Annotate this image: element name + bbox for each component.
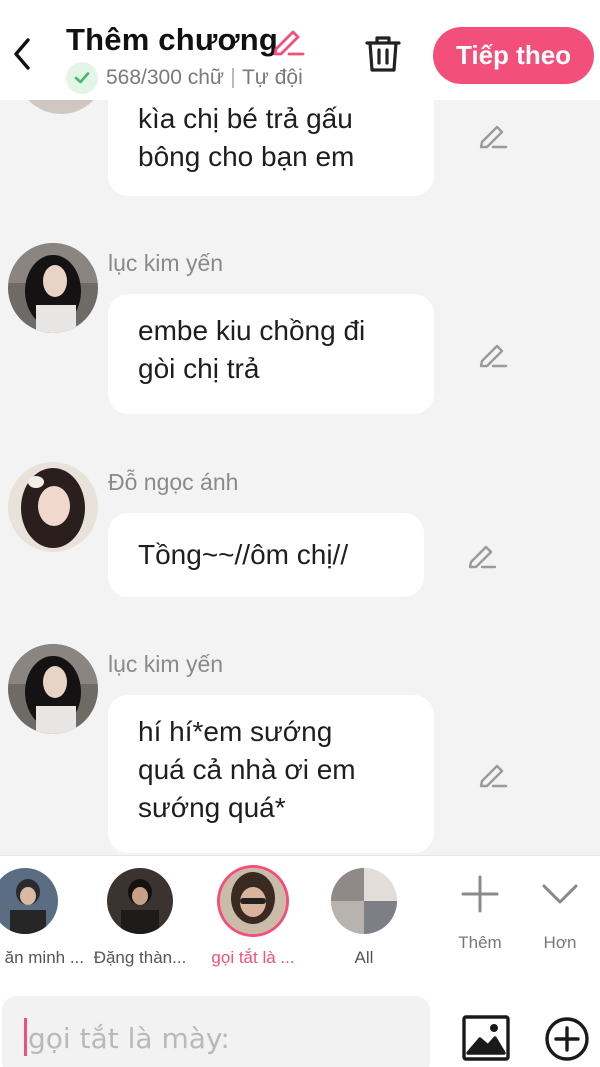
next-button[interactable]: Tiếp theo bbox=[433, 27, 594, 84]
message-bubble[interactable]: embe kiu chồng đi gòi chị trả bbox=[108, 294, 434, 414]
message-line: quá cả nhà ơi em bbox=[138, 754, 356, 785]
edit-icon[interactable] bbox=[476, 757, 510, 791]
sender-name: lục kim yến bbox=[108, 651, 224, 677]
add-label: Thêm bbox=[458, 933, 502, 952]
check-icon bbox=[66, 62, 98, 94]
back-arrow-icon bbox=[14, 38, 30, 70]
message-line: kìa chị bé trả gấu bbox=[138, 103, 353, 134]
message-line: sướng quá* bbox=[138, 792, 286, 823]
word-count: 568/300 chữ bbox=[106, 66, 224, 89]
message-line: bông cho bạn em bbox=[138, 141, 355, 172]
more-button[interactable]: Hơn bbox=[525, 874, 595, 953]
divider bbox=[231, 68, 234, 88]
character-bar: ăn minh ... Đặng thàn... gọi tắt là ... … bbox=[0, 855, 600, 983]
rename-button[interactable] bbox=[270, 23, 306, 59]
top-header: Thêm chương 568/300 chữ Tự đội Tiếp theo bbox=[0, 0, 600, 100]
pencil-icon bbox=[273, 30, 305, 56]
delete-button[interactable] bbox=[362, 33, 404, 75]
edit-icon[interactable] bbox=[476, 337, 510, 371]
message-line: hí hí*em sướng bbox=[138, 716, 333, 747]
mode-label: Tự đội bbox=[241, 66, 303, 89]
message-line: gòi chị trả bbox=[138, 353, 260, 384]
chevron-down-icon bbox=[542, 884, 578, 904]
add-more-button[interactable] bbox=[544, 1016, 590, 1062]
message-input[interactable]: gọi tắt là mày: bbox=[2, 996, 430, 1067]
character-name: All bbox=[354, 948, 374, 967]
edit-icon[interactable] bbox=[465, 538, 499, 572]
avatar bbox=[0, 868, 58, 934]
text-caret bbox=[24, 1018, 27, 1056]
more-label: Hơn bbox=[543, 933, 577, 952]
insert-image-button[interactable] bbox=[462, 1015, 510, 1061]
input-placeholder: gọi tắt là mày: bbox=[28, 1022, 230, 1055]
avatar bbox=[107, 868, 173, 934]
edit-icon[interactable] bbox=[476, 118, 510, 152]
message-bubble[interactable]: Tồng~~//ôm chị// bbox=[108, 513, 424, 597]
input-bar: gọi tắt là mày: bbox=[0, 983, 600, 1067]
avatar bbox=[220, 868, 286, 934]
message-bubble[interactable]: hí hí*em sướng quá cả nhà ơi em sướng qu… bbox=[108, 695, 434, 853]
trash-icon bbox=[365, 36, 401, 72]
avatar[interactable] bbox=[8, 462, 98, 552]
character-item[interactable]: All bbox=[299, 868, 429, 968]
image-icon bbox=[462, 1015, 510, 1061]
page-title: Thêm chương bbox=[66, 22, 279, 57]
avatar bbox=[331, 868, 397, 934]
plus-icon bbox=[461, 875, 499, 913]
avatar[interactable] bbox=[8, 243, 98, 333]
sender-name: Đỗ ngọc ánh bbox=[108, 469, 239, 495]
back-button[interactable] bbox=[8, 34, 38, 74]
message-line: Tồng~~//ôm chị// bbox=[138, 539, 349, 570]
add-character-button[interactable]: Thêm bbox=[445, 874, 515, 953]
add-circle-icon bbox=[545, 1017, 589, 1061]
character-name: Đặng thàn... bbox=[93, 948, 187, 967]
avatar[interactable] bbox=[8, 644, 98, 734]
sender-name: lục kim yến bbox=[108, 250, 224, 276]
status-row: 568/300 chữ Tự đội bbox=[66, 62, 303, 94]
message-line: embe kiu chồng đi bbox=[138, 315, 366, 346]
chat-area: kìa chị bé trả gấu bông cho bạn em lục k… bbox=[0, 0, 600, 855]
character-item[interactable]: Đặng thàn... bbox=[75, 868, 205, 968]
